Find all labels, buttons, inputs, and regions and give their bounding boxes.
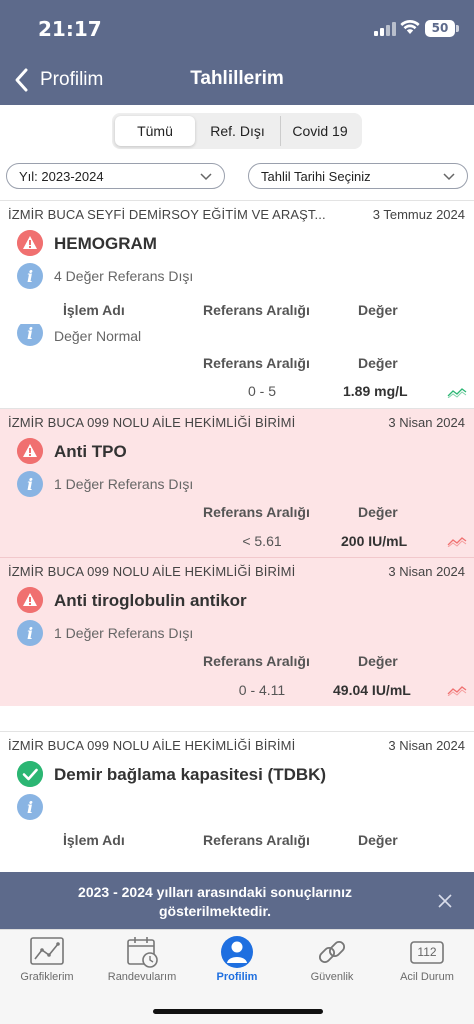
institution-name: İZMİR BUCA SEYFİ DEMİRSOY EĞİTİM VE ARAŞ…	[8, 207, 326, 222]
column-header-deger: Değer	[358, 504, 398, 520]
home-indicator	[153, 1009, 323, 1014]
reference-range: < 5.61	[242, 533, 282, 549]
institution-name: İZMİR BUCA 099 NOLU AİLE HEKİMLİĞİ BİRİM…	[8, 415, 296, 430]
test-value: 200 IU/mL	[341, 533, 408, 549]
result-date: 3 Nisan 2024	[388, 564, 465, 579]
column-header-islem: İşlem Adı	[63, 302, 125, 318]
info-icon[interactable]: i	[17, 620, 43, 646]
column-header-referans: Referans Aralığı	[203, 653, 310, 669]
column-header-referans: Referans Aralığı	[203, 302, 310, 318]
close-icon[interactable]	[436, 892, 454, 910]
date-select-value: Tahlil Tarihi Seçiniz	[261, 168, 371, 184]
reference-range: 0 - 4.11	[238, 682, 286, 698]
info-toast: 2023 - 2024 yılları arasındaki sonuçları…	[0, 872, 474, 929]
tab-guvenlik[interactable]: Güvenlik	[285, 930, 379, 990]
tab-label: Grafiklerim	[20, 971, 74, 983]
tab-label: Güvenlik	[310, 971, 354, 983]
test-value: 49.04 IU/mL	[333, 682, 411, 698]
result-card-anti-tpo[interactable]: İZMİR BUCA 099 NOLU AİLE HEKİMLİĞİ BİRİM…	[0, 409, 474, 557]
column-header-referans: Referans Aralığı	[203, 504, 310, 520]
column-header-deger: Değer	[358, 653, 398, 669]
clock: 21:17	[38, 17, 102, 41]
row-info: Değer Normal	[54, 328, 142, 344]
result-card-anti-tiroglobulin[interactable]: İZMİR BUCA 099 NOLU AİLE HEKİMLİĞİ BİRİM…	[0, 558, 474, 706]
battery-icon: 50	[425, 20, 455, 37]
result-date: 3 Nisan 2024	[388, 738, 465, 753]
result-card-hemogram[interactable]: İZMİR BUCA SEYFİ DEMİRSOY EĞİTİM VE ARAŞ…	[0, 201, 474, 408]
out-of-range-count: 1 Değer Referans Dışı	[54, 476, 194, 492]
tab-profilim[interactable]: Profilim	[190, 930, 284, 990]
trend-chart-icon[interactable]	[447, 386, 467, 398]
emergency-number: 112	[417, 945, 437, 959]
segment-covid[interactable]: Covid 19	[281, 116, 359, 146]
result-date: 3 Nisan 2024	[388, 415, 465, 430]
filter-segmented-control: Tümü Ref. Dışı Covid 19	[112, 113, 362, 149]
chevron-down-icon	[443, 173, 455, 181]
battery-level: 50	[431, 21, 449, 35]
wifi-icon	[400, 19, 420, 34]
info-icon[interactable]: i	[17, 471, 43, 497]
tab-label: Randevularım	[107, 971, 177, 983]
column-header-deger: Değer	[358, 832, 398, 848]
segment-out-of-range[interactable]: Ref. Dışı	[195, 116, 281, 146]
warning-icon	[17, 438, 43, 464]
chart-icon	[30, 937, 64, 965]
test-name: Anti tiroglobulin antikor	[54, 591, 247, 610]
tab-acil-durum[interactable]: 112 Acil Durum	[380, 930, 474, 990]
test-value: 1.89 mg/L	[343, 383, 408, 399]
tab-label: Profilim	[216, 971, 258, 983]
warning-icon	[17, 230, 43, 256]
segment-all[interactable]: Tümü	[115, 116, 195, 146]
test-name: Demir bağlama kapasitesi (TDBK)	[54, 765, 327, 784]
out-of-range-count: 4 Değer Referans Dışı	[54, 268, 194, 284]
year-select-value: Yıl: 2023-2024	[19, 168, 104, 184]
status-bar: 21:17 50	[0, 0, 474, 56]
column-header-referans: Referans Aralığı	[203, 832, 310, 848]
toast-message: 2023 - 2024 yılları arasındaki sonuçları…	[78, 884, 352, 919]
column-header-referans: Referans Aralığı	[203, 355, 310, 371]
profile-icon	[221, 936, 253, 968]
info-icon[interactable]: i	[17, 794, 43, 820]
institution-name: İZMİR BUCA 099 NOLU AİLE HEKİMLİĞİ BİRİM…	[8, 738, 296, 753]
reference-range: 0 - 5	[247, 383, 276, 399]
info-icon[interactable]: i	[17, 324, 43, 346]
result-card-tdbk[interactable]: İZMİR BUCA 099 NOLU AİLE HEKİMLİĞİ BİRİM…	[0, 732, 474, 872]
warning-icon	[17, 587, 43, 613]
tab-grafiklerim[interactable]: Grafiklerim	[0, 930, 94, 990]
trend-chart-icon[interactable]	[447, 684, 467, 696]
cellular-signal-icon	[374, 22, 396, 36]
tab-randevularim[interactable]: Randevularım	[95, 930, 189, 990]
result-date: 3 Temmuz 2024	[372, 207, 465, 222]
calendar-icon	[127, 937, 158, 968]
date-select[interactable]: Tahlil Tarihi Seçiniz	[248, 163, 468, 189]
column-header-deger: Değer	[358, 302, 398, 318]
page-title: Tahlillerim	[190, 68, 284, 89]
battery-cap	[456, 25, 459, 32]
check-icon	[17, 761, 43, 787]
test-name: Anti TPO	[54, 442, 127, 461]
out-of-range-count: 1 Değer Referans Dışı	[54, 625, 194, 641]
info-icon[interactable]: i	[17, 263, 43, 289]
trend-chart-icon[interactable]	[447, 535, 467, 547]
chevron-down-icon	[200, 173, 212, 181]
tab-label: Acil Durum	[400, 971, 454, 983]
link-icon	[318, 940, 346, 964]
test-name: HEMOGRAM	[54, 234, 157, 253]
year-select[interactable]: Yıl: 2023-2024	[6, 163, 225, 189]
column-header-islem: İşlem Adı	[63, 832, 125, 848]
institution-name: İZMİR BUCA 099 NOLU AİLE HEKİMLİĞİ BİRİM…	[8, 564, 296, 579]
header: 21:17 50 Profilim Tahlillerim	[0, 0, 474, 105]
column-header-deger: Değer	[358, 355, 398, 371]
